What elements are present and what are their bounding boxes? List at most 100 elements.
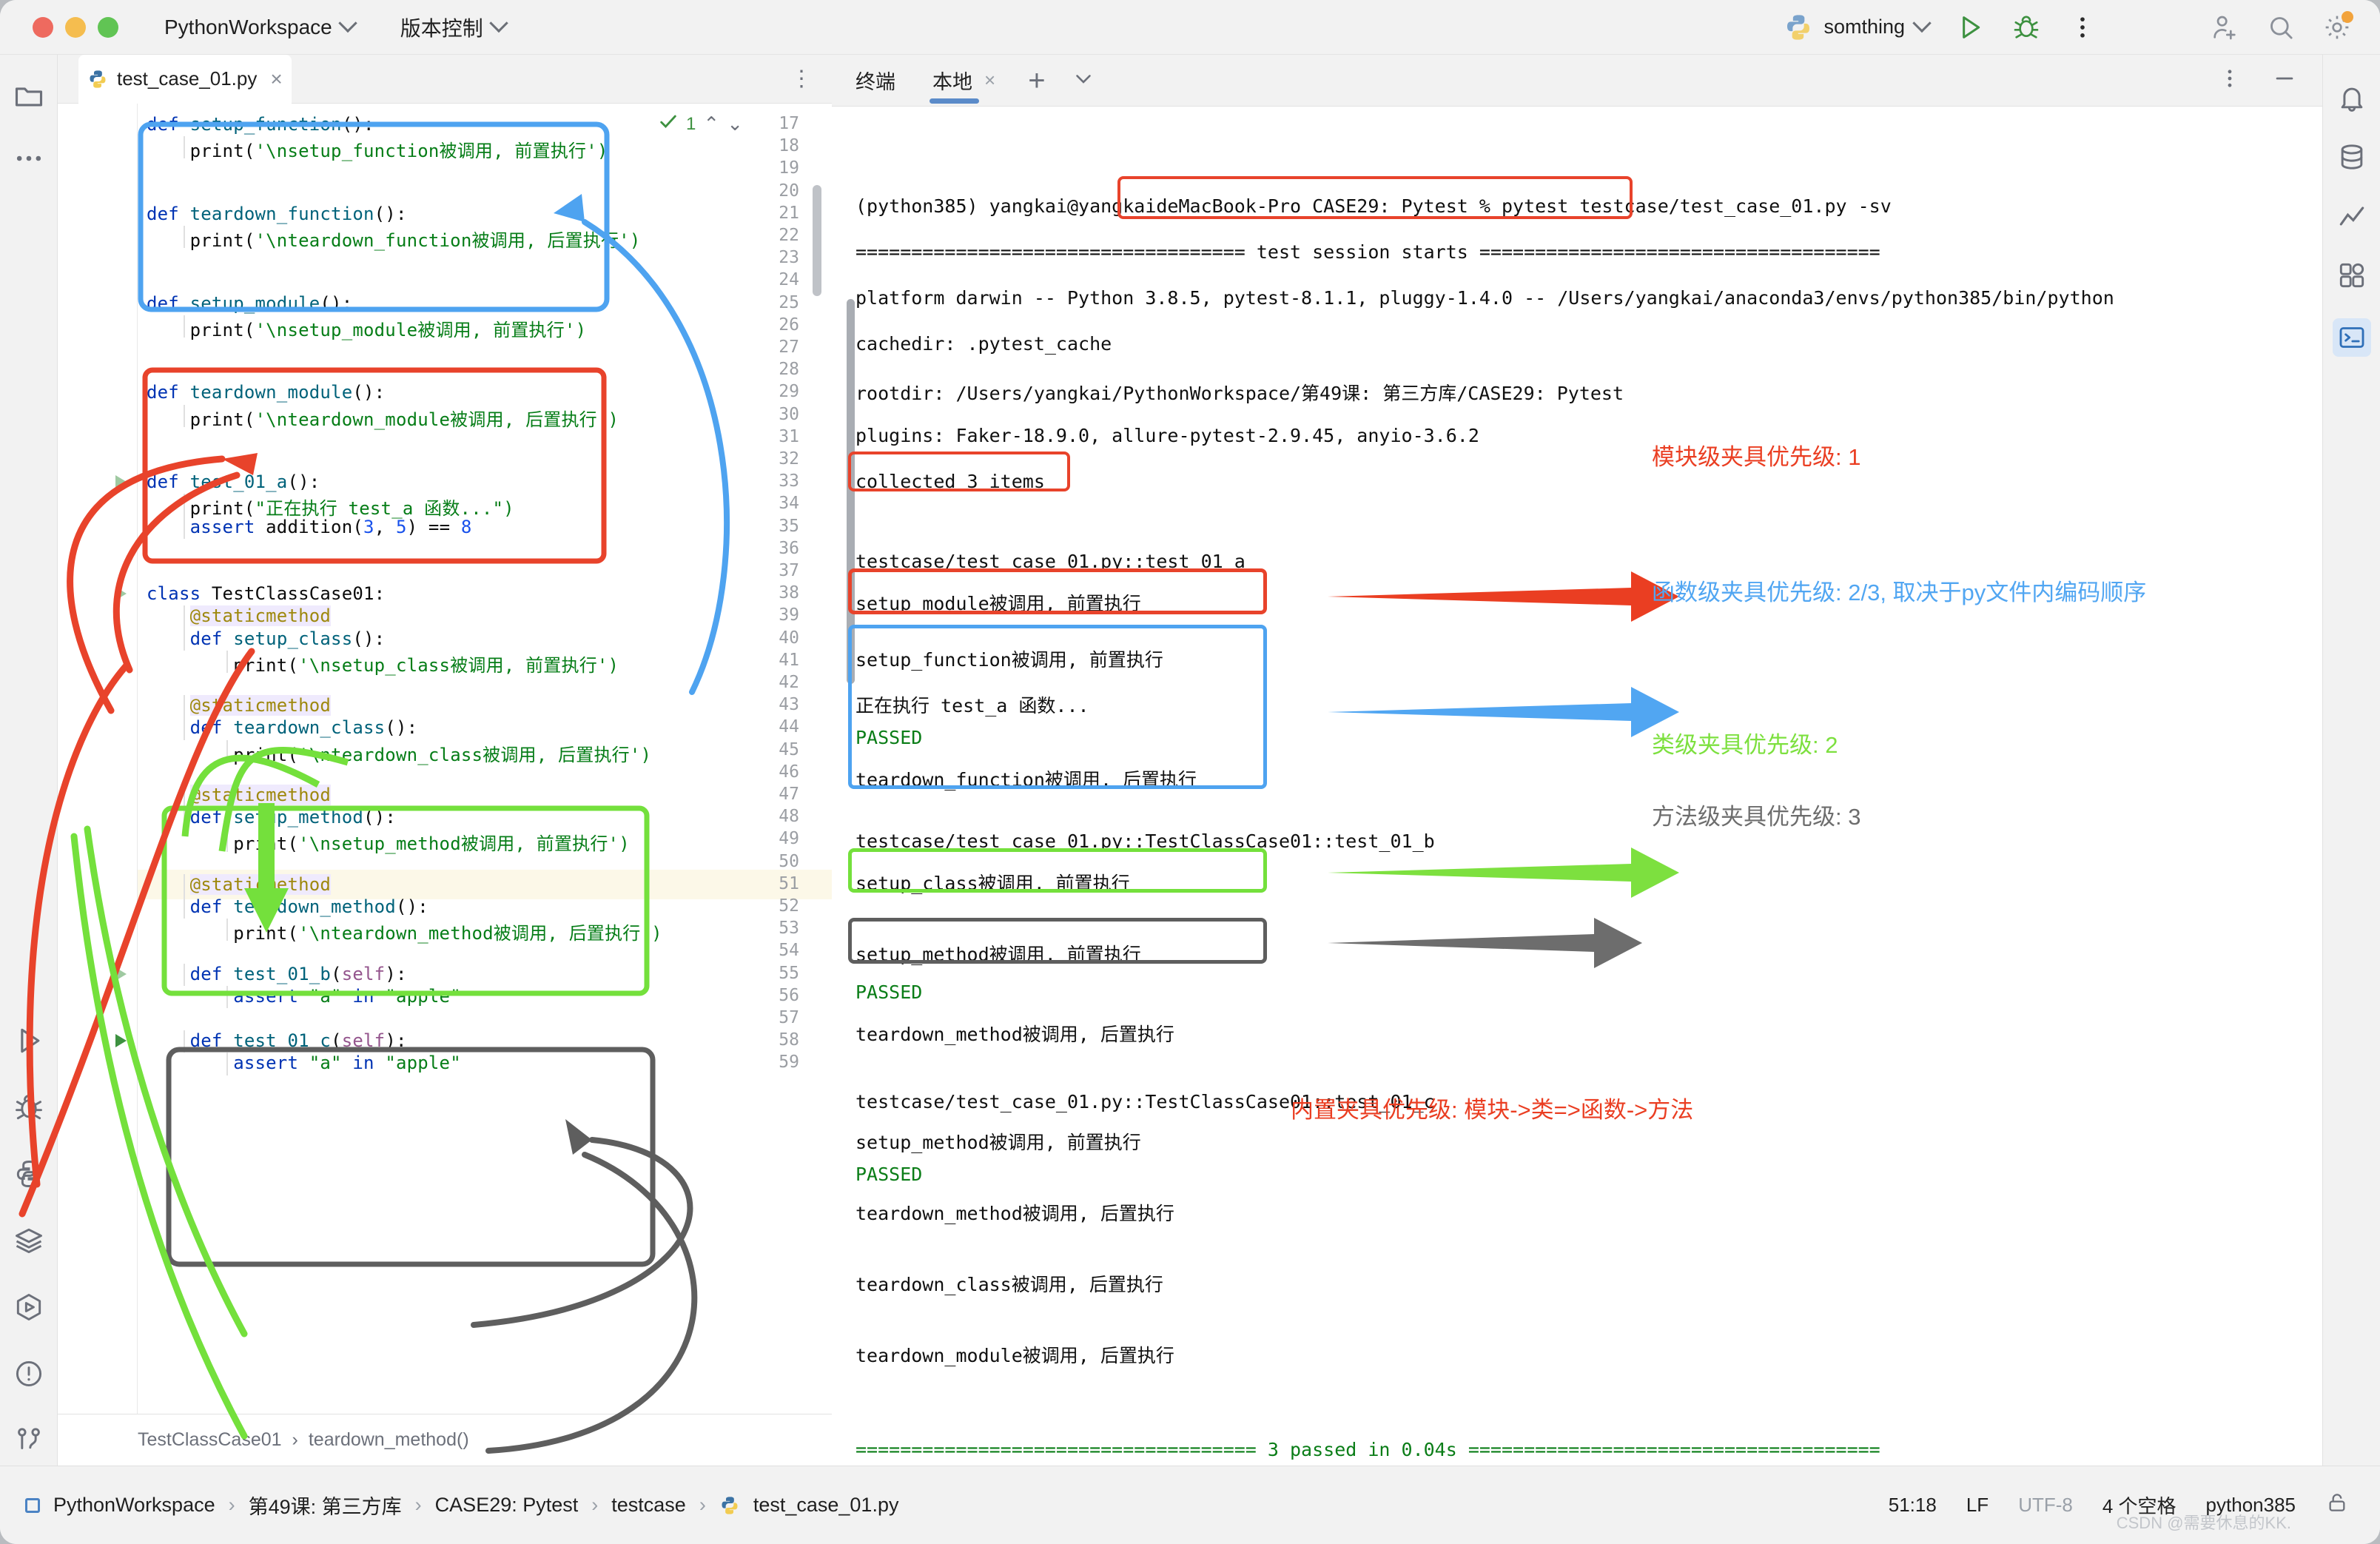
run-configuration-selector[interactable]: somthing bbox=[1784, 13, 1932, 42]
code-line[interactable]: def teardown_class(): bbox=[147, 717, 417, 738]
code-line[interactable]: def setup_class(): bbox=[147, 628, 386, 649]
code-line[interactable]: print('\nsetup_method被调用, 前置执行') bbox=[147, 829, 630, 855]
run-line-gutter-icon[interactable] bbox=[115, 475, 127, 489]
code-line[interactable]: def teardown_function(): bbox=[147, 204, 407, 224]
new-terminal-icon[interactable]: + bbox=[1028, 66, 1045, 95]
terminal-line: teardown_module被调用, 后置执行 bbox=[855, 1345, 1174, 1366]
code-line[interactable]: def setup_module(): bbox=[147, 293, 352, 314]
problems-icon[interactable] bbox=[13, 1357, 45, 1390]
more-vertical-icon[interactable] bbox=[2068, 13, 2097, 42]
search-icon[interactable] bbox=[2266, 13, 2296, 42]
file-encoding[interactable]: UTF-8 bbox=[2018, 1494, 2073, 1517]
code-line[interactable]: def test_01_c(self): bbox=[147, 1030, 407, 1051]
code-line[interactable]: print('\nteardown_class被调用, 后置执行') bbox=[147, 740, 651, 766]
code-line[interactable]: print('\nteardown_module被调用, 后置执行') bbox=[147, 405, 619, 431]
editor-tab-bar: test_case_01.py × ⋮ bbox=[58, 54, 832, 104]
code-line[interactable]: def test_01_a(): bbox=[147, 471, 320, 492]
caret-position[interactable]: 51:18 bbox=[1889, 1494, 1937, 1517]
code-line[interactable]: def teardown_method(): bbox=[147, 896, 428, 917]
profiler-icon[interactable] bbox=[2336, 200, 2368, 232]
terminal-panel-icon[interactable] bbox=[2332, 318, 2371, 357]
run-icon[interactable] bbox=[1955, 13, 1985, 42]
code-line[interactable]: def teardown_module(): bbox=[147, 382, 385, 403]
project-selector[interactable]: PythonWorkspace bbox=[164, 13, 357, 39]
status-breadcrumb-item[interactable]: testcase bbox=[611, 1494, 686, 1517]
chevron-down-icon[interactable] bbox=[1071, 66, 1096, 95]
inspection-count: 1 bbox=[686, 113, 696, 134]
line-number: 26 bbox=[779, 315, 799, 335]
run-line-gutter-icon[interactable] bbox=[115, 967, 127, 981]
debug-icon[interactable] bbox=[2011, 13, 2041, 42]
run-configuration-name: somthing bbox=[1823, 16, 1905, 38]
code-line[interactable]: @staticmethod bbox=[147, 873, 332, 895]
line-number: 54 bbox=[779, 941, 799, 961]
minimize-window-button[interactable] bbox=[65, 16, 86, 38]
code-line[interactable]: assert "a" in "apple" bbox=[147, 1053, 461, 1073]
settings-icon[interactable] bbox=[2322, 10, 2353, 42]
status-breadcrumb-item[interactable]: CASE29: Pytest bbox=[435, 1494, 579, 1517]
code-area[interactable]: 17 def setup_function(): 18 print('\nsetup… bbox=[58, 104, 832, 1414]
line-number: 32 bbox=[779, 449, 799, 469]
breadcrumb-separator: › bbox=[292, 1429, 298, 1450]
status-breadcrumb-item[interactable]: PythonWorkspace bbox=[53, 1494, 215, 1517]
close-icon[interactable]: × bbox=[270, 67, 282, 91]
debug-tool-icon[interactable] bbox=[13, 1091, 45, 1124]
lock-icon[interactable] bbox=[2325, 1491, 2349, 1520]
code-line[interactable]: @staticmethod bbox=[147, 695, 332, 716]
window-controls[interactable] bbox=[33, 16, 118, 38]
chevron-down-icon bbox=[1912, 13, 1932, 33]
line-number: 33 bbox=[779, 471, 799, 491]
code-line[interactable]: @staticmethod bbox=[147, 785, 332, 805]
version-control-icon[interactable] bbox=[13, 1424, 45, 1457]
project-folder-icon[interactable] bbox=[13, 80, 45, 113]
line-number: 24 bbox=[779, 270, 799, 290]
breadcrumb-class[interactable]: TestClassCase01 bbox=[138, 1429, 282, 1451]
run-line-gutter-icon[interactable] bbox=[115, 1034, 127, 1048]
notifications-icon[interactable] bbox=[2336, 81, 2368, 114]
status-breadcrumb-item[interactable]: 第49课: 第三方库 bbox=[249, 1491, 402, 1520]
code-line[interactable]: print('\nsetup_class被调用, 前置执行') bbox=[147, 651, 619, 677]
maximize-window-button[interactable] bbox=[98, 16, 118, 38]
code-line[interactable]: def setup_function(): bbox=[147, 114, 374, 135]
code-line[interactable]: assert "a" in "apple" bbox=[147, 986, 461, 1007]
add-user-icon[interactable] bbox=[2210, 13, 2239, 42]
annotation-label: 函数级夹具优先级: 2/3, 取决于py文件内编码顺序 bbox=[1652, 580, 2147, 605]
run-hex-icon[interactable] bbox=[13, 1291, 45, 1323]
python-console-icon[interactable] bbox=[13, 1158, 45, 1190]
code-line[interactable]: def test_01_b(self): bbox=[147, 964, 407, 984]
database-icon[interactable] bbox=[13, 1224, 45, 1257]
run-line-gutter-icon[interactable] bbox=[115, 587, 127, 601]
more-actions-icon[interactable] bbox=[13, 142, 45, 175]
line-number: 43 bbox=[779, 695, 799, 715]
close-window-button[interactable] bbox=[33, 16, 53, 38]
inspection-status[interactable]: 1 ⌃ ⌄ bbox=[658, 111, 743, 137]
code-line[interactable]: assert addition(3, 5) == 8 bbox=[147, 517, 472, 537]
code-line[interactable]: print('\nsetup_module被调用, 前置执行') bbox=[147, 315, 586, 341]
code-line[interactable]: @staticmethod bbox=[147, 605, 332, 627]
status-breadcrumb-item[interactable]: test_case_01.py bbox=[753, 1494, 899, 1517]
more-vertical-icon[interactable] bbox=[2217, 66, 2242, 95]
editor-tab-options-icon[interactable]: ⋮ bbox=[790, 66, 813, 92]
chevron-down-icon[interactable]: ⌄ bbox=[727, 113, 743, 135]
terminal-tab-local[interactable]: 本地 × bbox=[930, 55, 998, 107]
code-line[interactable]: print('\nteardown_function被调用, 后置执行') bbox=[147, 226, 641, 252]
editor-tab-test-case-01[interactable]: test_case_01.py × bbox=[78, 54, 292, 104]
code-line[interactable]: print('\nteardown_method被调用, 后置执行') bbox=[147, 919, 662, 944]
code-line[interactable]: def setup_method(): bbox=[147, 807, 396, 828]
run-tool-icon[interactable] bbox=[13, 1024, 45, 1057]
line-number: 45 bbox=[779, 739, 799, 759]
left-tool-strip-bottom bbox=[13, 990, 45, 1466]
editor-scrollbar-thumb[interactable] bbox=[813, 185, 821, 296]
terminal-output[interactable]: (python385) yangkai@yangkaideMacBook-Pro… bbox=[832, 107, 2322, 1466]
code-line[interactable]: class TestClassCase01: bbox=[147, 583, 385, 604]
minimize-panel-icon[interactable] bbox=[2272, 66, 2297, 95]
breadcrumb-method[interactable]: teardown_method() bbox=[309, 1429, 469, 1451]
line-separator[interactable]: LF bbox=[1966, 1494, 1989, 1517]
plugins-icon[interactable] bbox=[2336, 259, 2368, 292]
chevron-up-icon[interactable]: ⌃ bbox=[703, 113, 719, 135]
vcs-selector[interactable]: 版本控制 bbox=[400, 13, 508, 42]
code-line[interactable]: print('\nsetup_function被调用, 前置执行') bbox=[147, 136, 608, 162]
database-panel-icon[interactable] bbox=[2336, 141, 2368, 173]
close-icon[interactable]: × bbox=[984, 69, 995, 92]
line-number: 41 bbox=[779, 650, 799, 670]
